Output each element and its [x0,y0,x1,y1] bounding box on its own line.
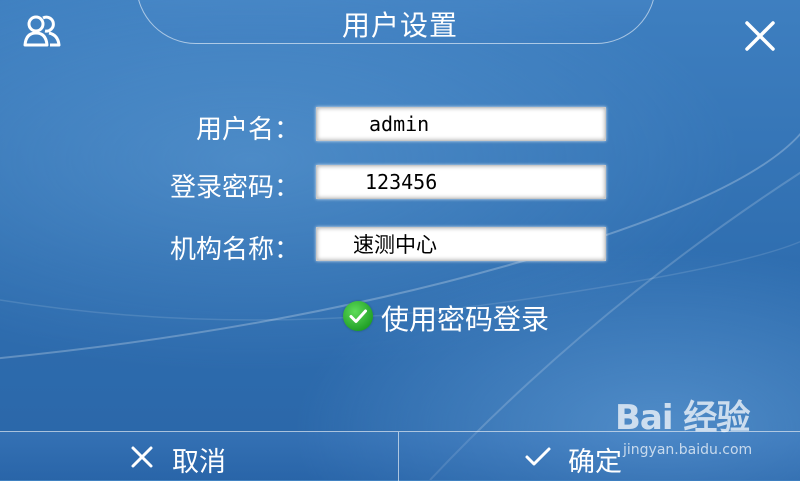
bottom-action-bar: 取消 确定 [0,431,800,481]
confirm-label: 确定 [568,447,622,478]
password-row: 登录密码： [0,165,800,203]
password-label: 登录密码： [169,173,300,203]
cancel-label: 取消 [172,447,226,478]
username-label: 用户名： [195,115,300,145]
password-input[interactable] [316,165,606,199]
organization-label: 机构名称： [169,235,300,265]
organization-input[interactable] [316,227,606,261]
x-icon [128,443,156,471]
check-circle-icon[interactable] [343,301,373,331]
cancel-button[interactable]: 取消 [0,432,398,480]
username-input[interactable] [316,107,606,141]
checkmark-icon [524,443,552,471]
close-icon[interactable] [740,16,780,56]
page-title: 用户设置 [341,9,458,42]
username-row: 用户名： [0,107,800,145]
use-password-login-label: 使用密码登录 [381,303,550,336]
bar-divider [398,432,399,481]
users-icon[interactable] [22,12,62,52]
organization-row: 机构名称： [0,227,800,265]
confirm-button[interactable]: 确定 [400,432,798,480]
